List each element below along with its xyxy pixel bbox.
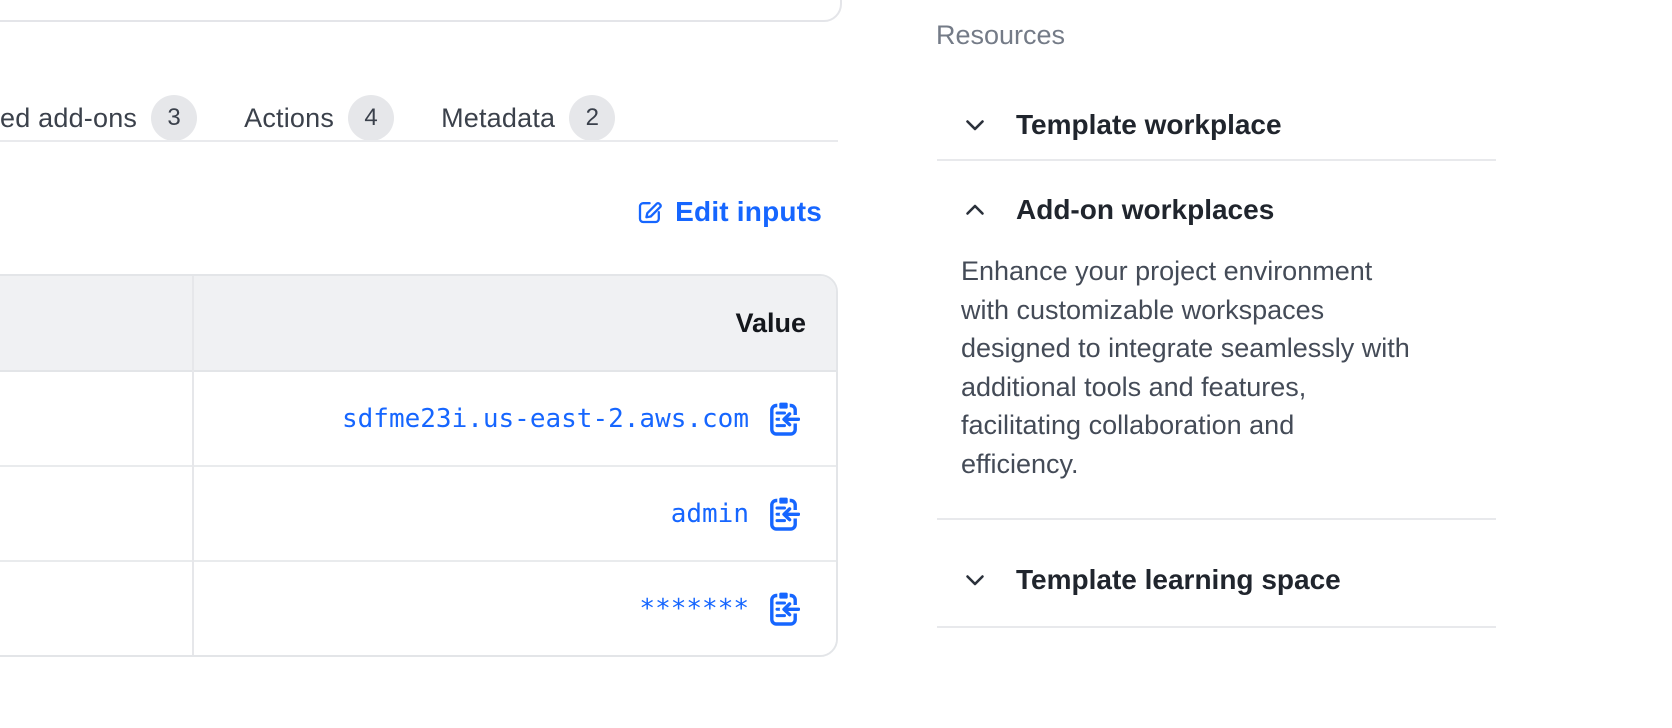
input-value-host: sdfme23i.us-east-2.aws.com [342,404,749,434]
table-header-row: Value [0,276,836,372]
accordion-label: Template workplace [1016,109,1282,141]
chevron-up-icon[interactable] [962,197,988,223]
tab-bar: ed add-ons 3 Actions 4 Metadata 2 [0,92,615,144]
table-row: admin [0,465,836,560]
value-column-header: Value [735,308,806,339]
edit-inputs-label: Edit inputs [675,196,822,228]
table-column-divider [192,276,194,655]
tab-label: Actions [244,103,334,134]
section-divider [937,518,1496,520]
tab-label: ed add-ons [0,103,137,134]
inputs-table: Value sdfme23i.us-east-2.aws.com [0,274,838,657]
tab-metadata[interactable]: Metadata 2 [441,95,615,141]
page: ed add-ons 3 Actions 4 Metadata 2 Edit i… [0,0,1672,728]
table-row: sdfme23i.us-east-2.aws.com [0,372,836,465]
section-divider [937,626,1496,628]
input-value-password-masked: ******* [639,594,749,624]
add-on-workplaces-description: Enhance your project environment with cu… [961,252,1501,483]
accordion-template-learning-space[interactable]: Template learning space [962,560,1341,600]
previous-card-fragment [0,0,842,22]
clipboard-copy-icon[interactable] [767,495,800,532]
clipboard-copy-icon[interactable] [767,400,800,437]
tab-label: Metadata [441,103,555,134]
resources-panel-title: Resources [936,20,1065,51]
input-value-username: admin [671,499,749,529]
edit-inputs-button[interactable]: Edit inputs [0,196,822,228]
pencil-square-icon [636,198,664,226]
accordion-template-workplace[interactable]: Template workplace [962,105,1282,145]
tab-count-badge: 2 [569,95,615,141]
table-row: ******* [0,560,836,655]
tab-count-badge: 3 [151,95,197,141]
accordion-label: Template learning space [1016,564,1341,596]
tab-installed-add-ons[interactable]: ed add-ons 3 [0,95,197,141]
tabs-divider [0,140,838,142]
section-divider [937,159,1496,161]
tab-actions[interactable]: Actions 4 [244,95,394,141]
accordion-label: Add-on workplaces [1016,194,1274,226]
chevron-down-icon[interactable] [962,567,988,593]
clipboard-copy-icon[interactable] [767,590,800,627]
tab-count-badge: 4 [348,95,394,141]
chevron-down-icon[interactable] [962,112,988,138]
accordion-add-on-workplaces[interactable]: Add-on workplaces [962,190,1274,230]
